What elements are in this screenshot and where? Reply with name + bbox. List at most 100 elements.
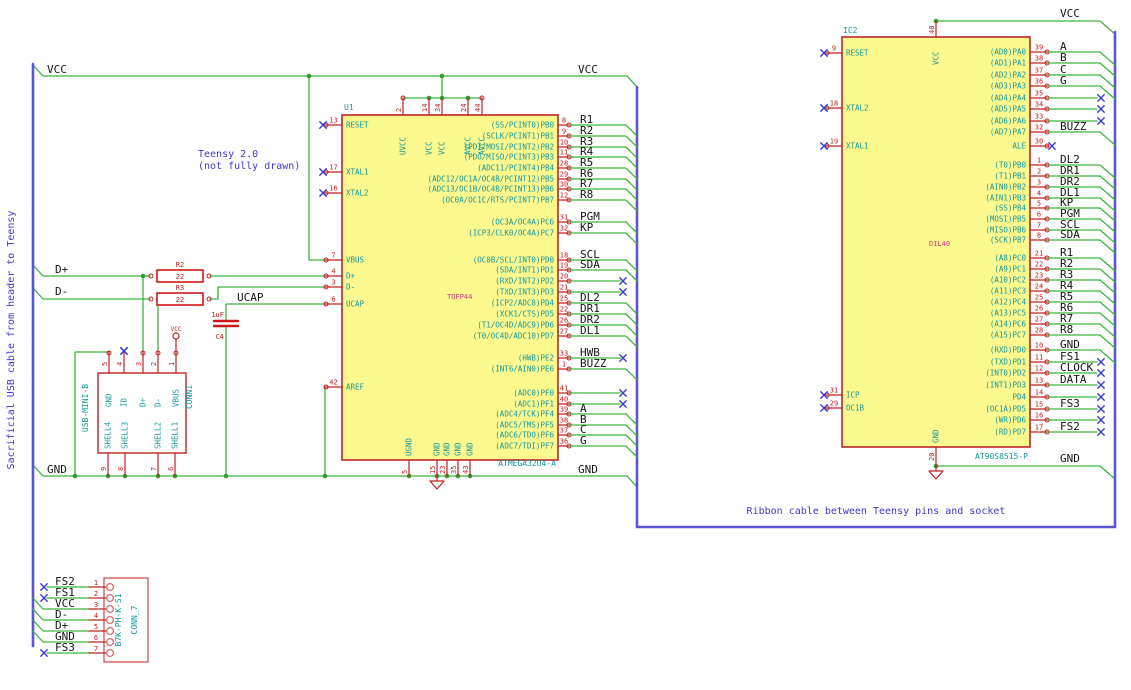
net-label-buzz[interactable]: BUZZ <box>1060 120 1087 133</box>
pin-name: (INT1)PD3 <box>985 381 1026 390</box>
net-label-d-[interactable]: D- <box>55 285 68 298</box>
pin-number: 5 <box>401 470 409 474</box>
net-label-gnd[interactable]: GND <box>1060 452 1080 465</box>
pin-number: 31 <box>830 387 838 395</box>
pin-name: (RXD)PD0 <box>990 346 1027 355</box>
net-label-gnd[interactable]: GND <box>578 463 598 476</box>
net-label-fs3[interactable]: FS3 <box>55 641 75 654</box>
net-label-vcc[interactable]: VCC <box>1060 7 1080 20</box>
teensy-note[interactable]: (not fully drawn) <box>198 161 300 172</box>
pin-number: 43 <box>462 466 470 474</box>
net-label-kp[interactable]: KP <box>580 221 594 234</box>
pin-name: GND <box>433 442 442 456</box>
component-part-number: AT90S8515-P <box>975 452 1028 461</box>
component-value: DIL40 <box>929 240 950 248</box>
pin-number: 33 <box>560 350 568 358</box>
pin-name: (T0/OC4D/ADC10)PD7 <box>473 332 554 341</box>
component-ref[interactable]: B7K-PH-K-S1 <box>114 593 123 646</box>
pin-number: 44 <box>474 104 482 112</box>
resistor-ref: R3 <box>176 284 184 292</box>
pin-name: (TXD)PD1 <box>990 358 1026 367</box>
pin-circle <box>105 637 115 647</box>
pin-name: RESET <box>346 121 369 130</box>
net-label-vcc[interactable]: VCC <box>578 63 598 76</box>
net-label-r8[interactable]: R8 <box>580 188 593 201</box>
pin-number: 8 <box>562 117 566 125</box>
pin-name: VBUS <box>172 388 181 407</box>
wire-net[interactable] <box>569 269 638 282</box>
pin-name: (AD1)PA1 <box>990 59 1026 68</box>
teensy-note[interactable]: Teensy 2.0 <box>198 149 258 160</box>
net-label-buzz[interactable]: BUZZ <box>580 357 607 370</box>
wire-net[interactable] <box>569 232 638 245</box>
pin-name: PD4 <box>1012 393 1026 402</box>
wire-net[interactable] <box>569 368 638 381</box>
pin-name: SHELL4 <box>104 421 113 449</box>
pin-name: OC1B <box>846 404 865 413</box>
net-label-gnd[interactable]: GND <box>47 463 67 476</box>
wire-dminus-to-pin[interactable] <box>209 286 326 300</box>
component-ref[interactable]: CONN_7 <box>130 605 139 634</box>
pin-number: 24 <box>460 104 468 112</box>
pin-name: ALE <box>1012 142 1026 151</box>
net-label-dl1[interactable]: DL1 <box>580 324 600 337</box>
resistor-value: 22 <box>176 296 184 304</box>
net-label-ucap[interactable]: UCAP <box>237 291 264 304</box>
pin-name: (AIN1)PB3 <box>985 194 1026 203</box>
capacitor-ref: C4 <box>216 333 224 341</box>
pin-number: 2 <box>150 362 158 366</box>
usb-note[interactable]: Sacrificial USB cable from header to Tee… <box>6 211 17 470</box>
net-label-sda[interactable]: SDA <box>580 258 600 271</box>
pin-name: (A11)PC3 <box>990 287 1026 296</box>
pin-number: 15 <box>1035 401 1043 409</box>
junction-dot <box>306 73 312 79</box>
wire-net[interactable] <box>1047 334 1116 349</box>
wire-vbus-drop[interactable] <box>308 75 326 261</box>
net-label-data[interactable]: DATA <box>1060 373 1087 386</box>
pin-name: (SS/PCINT0)PB0 <box>491 121 555 130</box>
pin-number: 2 <box>94 590 98 598</box>
wire-vcc-rail[interactable] <box>32 64 638 88</box>
pin-name: D+ <box>346 272 356 281</box>
pin-name: GND <box>443 442 452 456</box>
pin-number: 4 <box>1037 190 1041 198</box>
pin-number: 27 <box>1035 316 1043 324</box>
component-ref[interactable]: IC2 <box>843 26 858 35</box>
pin-name: (T0)PB0 <box>994 161 1026 170</box>
wire-net[interactable] <box>1047 85 1116 100</box>
wire-net[interactable] <box>569 445 638 458</box>
wire-ic2-vcc[interactable] <box>935 20 1116 35</box>
pin-number: 28 <box>560 160 568 168</box>
resistor-ref: R2 <box>176 261 184 269</box>
net-label-vcc[interactable]: VCC <box>47 63 67 76</box>
wire-dminus-rail[interactable] <box>32 287 151 300</box>
pin-number: 3 <box>1037 179 1041 187</box>
wire-net[interactable] <box>1047 239 1116 254</box>
pin-number: 18 <box>560 252 568 260</box>
wire-ic2-gnd[interactable] <box>935 465 1116 480</box>
wire-ucap-wire[interactable] <box>225 303 326 322</box>
component-ref[interactable]: CONN1 <box>185 385 194 409</box>
net-label-g[interactable]: G <box>580 434 587 447</box>
wire-dplus-rail[interactable] <box>32 264 151 277</box>
net-label-fs3[interactable]: FS3 <box>1060 397 1080 410</box>
pin-name: (MOSI)PB5 <box>985 215 1026 224</box>
pin-circle <box>105 615 115 625</box>
pin-name: D- <box>346 283 355 292</box>
wire-net[interactable] <box>1047 62 1116 77</box>
wire-net[interactable] <box>1047 131 1116 146</box>
component-ref[interactable]: USB-MINI-B <box>81 384 90 432</box>
wire-net[interactable] <box>1047 197 1116 212</box>
net-label-r8[interactable]: R8 <box>1060 323 1073 336</box>
pin-number: 11 <box>1035 354 1043 362</box>
ribbon-note[interactable]: Ribbon cable between Teensy pins and soc… <box>747 506 1006 517</box>
net-label-fs2[interactable]: FS2 <box>1060 420 1080 433</box>
pin-number: 37 <box>560 427 568 435</box>
pin-number: 7 <box>331 252 335 260</box>
wire-net[interactable] <box>1047 229 1116 244</box>
net-label-sda[interactable]: SDA <box>1060 228 1080 241</box>
net-label-g[interactable]: G <box>1060 74 1067 87</box>
net-label-d+[interactable]: D+ <box>55 263 69 276</box>
pin-number: 35 <box>450 466 458 474</box>
component-ref[interactable]: U1 <box>344 103 354 112</box>
